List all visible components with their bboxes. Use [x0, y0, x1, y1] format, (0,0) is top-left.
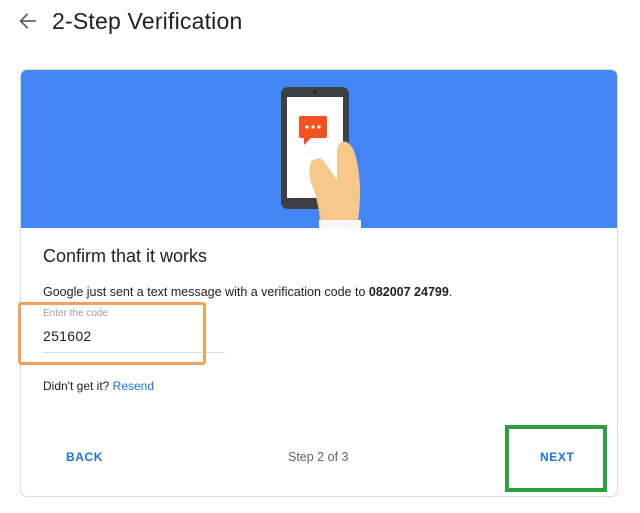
back-button[interactable]: BACK	[66, 450, 103, 464]
phone-number: 082007 24799	[368, 285, 449, 299]
next-highlight-box	[505, 425, 607, 492]
resend-line: Didn't get it? Resend	[43, 379, 154, 393]
verification-page: 2-Step Verification Confirm that it work…	[0, 0, 640, 513]
resend-prompt: Didn't get it?	[43, 379, 110, 393]
step-indicator: Step 2 of 3	[288, 450, 349, 464]
phone-with-message-icon	[21, 70, 617, 228]
description-text: Google just sent a text message with a v…	[43, 285, 369, 299]
resend-link[interactable]: Resend	[113, 379, 154, 393]
card-heading: Confirm that it works	[43, 246, 208, 266]
code-highlight-box	[18, 302, 206, 365]
arrow-back-icon[interactable]	[14, 8, 40, 34]
description-end: .	[448, 285, 453, 299]
page-title: 2-Step Verification	[52, 8, 243, 34]
card-description: Google just sent a text message with a v…	[43, 283, 452, 301]
